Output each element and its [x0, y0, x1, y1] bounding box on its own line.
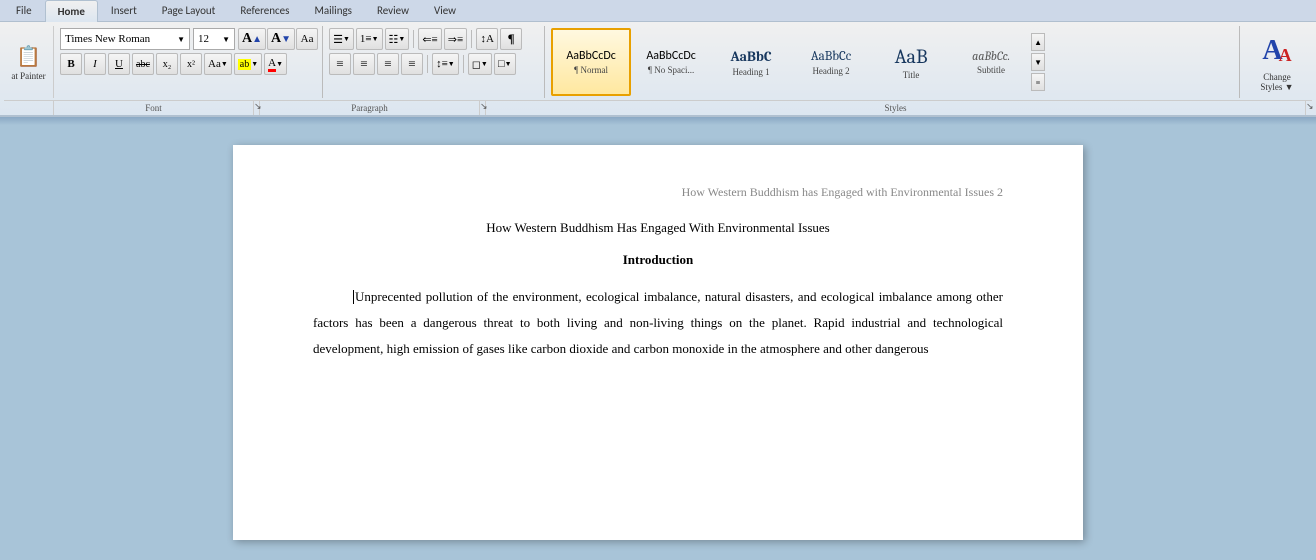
- style-normal-text: AaBbCcDc: [566, 49, 615, 63]
- tl-font: Font: [54, 101, 254, 115]
- tl-styles-expand[interactable]: ↘: [1306, 101, 1312, 115]
- styles-row: AaBbCcDc ¶ Normal AaBbCcDc ¶ No Spaci...…: [551, 28, 1235, 96]
- tab-mailings[interactable]: Mailings: [302, 0, 364, 21]
- change-styles-section[interactable]: A A ChangeStyles ▼: [1242, 26, 1312, 98]
- divider2: [471, 30, 472, 48]
- style-subtitle-label: Subtitle: [977, 65, 1005, 75]
- font-row2: B I U abc x₂ x² Aa▼ ab▼ A▼: [60, 53, 318, 75]
- change-styles-small-a: A: [1279, 46, 1292, 64]
- align-right-button[interactable]: ≡: [377, 53, 399, 75]
- format-painter-label[interactable]: at Painter: [11, 71, 45, 81]
- text-cursor: [353, 290, 354, 304]
- font-color-button[interactable]: A▼: [264, 53, 287, 75]
- toolbar-labels: Font ↘ Paragraph ↘ Styles ↘: [4, 100, 1312, 115]
- font-dropdown-arrow: ▼: [177, 35, 185, 44]
- style-subtitle-text: aaBbCc.: [972, 49, 1010, 63]
- paste-icon: 📋: [16, 44, 41, 69]
- show-hide-button[interactable]: ¶: [500, 28, 522, 50]
- tl-paragraph: Paragraph: [260, 101, 480, 115]
- separator-bar: [0, 117, 1316, 125]
- style-heading1[interactable]: AaBbC Heading 1: [711, 28, 791, 96]
- divider1: [413, 30, 414, 48]
- highlight-button[interactable]: ab▼: [234, 53, 262, 75]
- superscript-button[interactable]: x²: [180, 53, 202, 75]
- italic-button[interactable]: I: [84, 53, 106, 75]
- decrease-indent-button[interactable]: ⇐≡: [418, 28, 441, 50]
- tab-view[interactable]: View: [422, 0, 468, 21]
- style-normal[interactable]: AaBbCcDc ¶ Normal: [551, 28, 631, 96]
- styles-section: AaBbCcDc ¶ Normal AaBbCcDc ¶ No Spaci...…: [547, 26, 1240, 98]
- line-spacing-button[interactable]: ↕≡▼: [432, 53, 459, 75]
- style-title[interactable]: AaB Title: [871, 28, 951, 96]
- paragraph-section: ☰▼ 1≡▼ ☷▼ ⇐≡ ⇒≡ ↕A ¶ ≡ ≡ ≡ ≡ ↕≡▼ ◻▼ □▼: [325, 26, 545, 98]
- align-center-button[interactable]: ≡: [353, 53, 375, 75]
- justify-button[interactable]: ≡: [401, 53, 423, 75]
- document-page: How Western Buddhism has Engaged with En…: [233, 145, 1083, 540]
- change-styles-icon: A A: [1257, 32, 1297, 70]
- shrink-font-button[interactable]: A▼: [267, 28, 295, 50]
- tab-file[interactable]: File: [4, 0, 44, 21]
- subscript-button[interactable]: x₂: [156, 53, 178, 75]
- bullets-button[interactable]: ☰▼: [329, 28, 354, 50]
- para-row2: ≡ ≡ ≡ ≡ ↕≡▼ ◻▼ □▼: [329, 53, 540, 75]
- tl-spacer: [4, 101, 54, 115]
- style-title-text: AaB: [895, 45, 928, 68]
- font-size-selector[interactable]: 12 ▼: [193, 28, 235, 50]
- clear-formatting-button[interactable]: Aa: [296, 28, 318, 50]
- doc-area: How Western Buddhism has Engaged with En…: [0, 125, 1316, 560]
- body-paragraph[interactable]: Unprecented pollution of the environment…: [313, 284, 1003, 362]
- bold-button[interactable]: B: [60, 53, 82, 75]
- style-scroll-down[interactable]: ▼: [1031, 53, 1045, 71]
- shading-button[interactable]: ◻▼: [468, 53, 492, 75]
- para-row1: ☰▼ 1≡▼ ☷▼ ⇐≡ ⇒≡ ↕A ¶: [329, 28, 540, 50]
- tl-styles: Styles: [486, 101, 1306, 115]
- align-left-button[interactable]: ≡: [329, 53, 351, 75]
- divider3: [427, 55, 428, 73]
- tab-insert[interactable]: Insert: [99, 0, 149, 21]
- ribbon-tab-bar: File Home Insert Page Layout References …: [0, 0, 1316, 22]
- style-heading2[interactable]: AaBbCc Heading 2: [791, 28, 871, 96]
- style-heading2-text: AaBbCc: [811, 49, 851, 64]
- style-heading1-text: AaBbC: [731, 48, 772, 65]
- font-size-text-button[interactable]: Aa▼: [204, 53, 232, 75]
- underline-button[interactable]: U: [108, 53, 130, 75]
- page-header: How Western Buddhism has Engaged with En…: [313, 185, 1003, 200]
- font-section: Times New Roman ▼ 12 ▼ A▲ A▼ Aa B I U ab…: [56, 26, 323, 98]
- style-no-spacing-label: ¶ No Spaci...: [648, 65, 694, 75]
- grow-shrink-btns: A▲ A▼ Aa: [238, 28, 318, 50]
- divider4: [463, 55, 464, 73]
- multilevel-list-button[interactable]: ☷▼: [385, 28, 410, 50]
- page-body[interactable]: Unprecented pollution of the environment…: [313, 284, 1003, 362]
- style-subtitle[interactable]: aaBbCc. Subtitle: [951, 28, 1031, 96]
- style-normal-label: ¶ Normal: [574, 65, 608, 75]
- strikethrough-button[interactable]: abc: [132, 53, 154, 75]
- size-dropdown-arrow: ▼: [222, 35, 230, 44]
- toolbar: 📋 at Painter Times New Roman ▼ 12 ▼ A▲ A…: [0, 22, 1316, 117]
- change-styles-label: ChangeStyles ▼: [1260, 72, 1293, 92]
- borders-button[interactable]: □▼: [494, 53, 516, 75]
- format-painter-section: 📋 at Painter: [4, 26, 54, 98]
- style-scroll: ▲ ▼ ≡: [1031, 28, 1045, 96]
- numbering-button[interactable]: 1≡▼: [356, 28, 383, 50]
- page-subtitle[interactable]: Introduction: [313, 252, 1003, 268]
- grow-font-button[interactable]: A▲: [238, 28, 266, 50]
- tab-page-layout[interactable]: Page Layout: [150, 0, 228, 21]
- increase-indent-button[interactable]: ⇒≡: [444, 28, 467, 50]
- page-title[interactable]: How Western Buddhism Has Engaged With En…: [313, 220, 1003, 236]
- tab-review[interactable]: Review: [365, 0, 421, 21]
- style-title-label: Title: [903, 70, 920, 80]
- style-heading2-label: Heading 2: [812, 66, 849, 76]
- tab-references[interactable]: References: [228, 0, 301, 21]
- style-no-spacing[interactable]: AaBbCcDc ¶ No Spaci...: [631, 28, 711, 96]
- tab-home[interactable]: Home: [45, 0, 98, 22]
- font-name-selector[interactable]: Times New Roman ▼: [60, 28, 190, 50]
- sort-button[interactable]: ↕A: [476, 28, 498, 50]
- style-heading1-label: Heading 1: [732, 67, 769, 77]
- style-no-spacing-text: AaBbCcDc: [646, 49, 695, 63]
- style-more[interactable]: ≡: [1031, 73, 1045, 91]
- font-row1: Times New Roman ▼ 12 ▼ A▲ A▼ Aa: [60, 28, 318, 50]
- style-scroll-up[interactable]: ▲: [1031, 33, 1045, 51]
